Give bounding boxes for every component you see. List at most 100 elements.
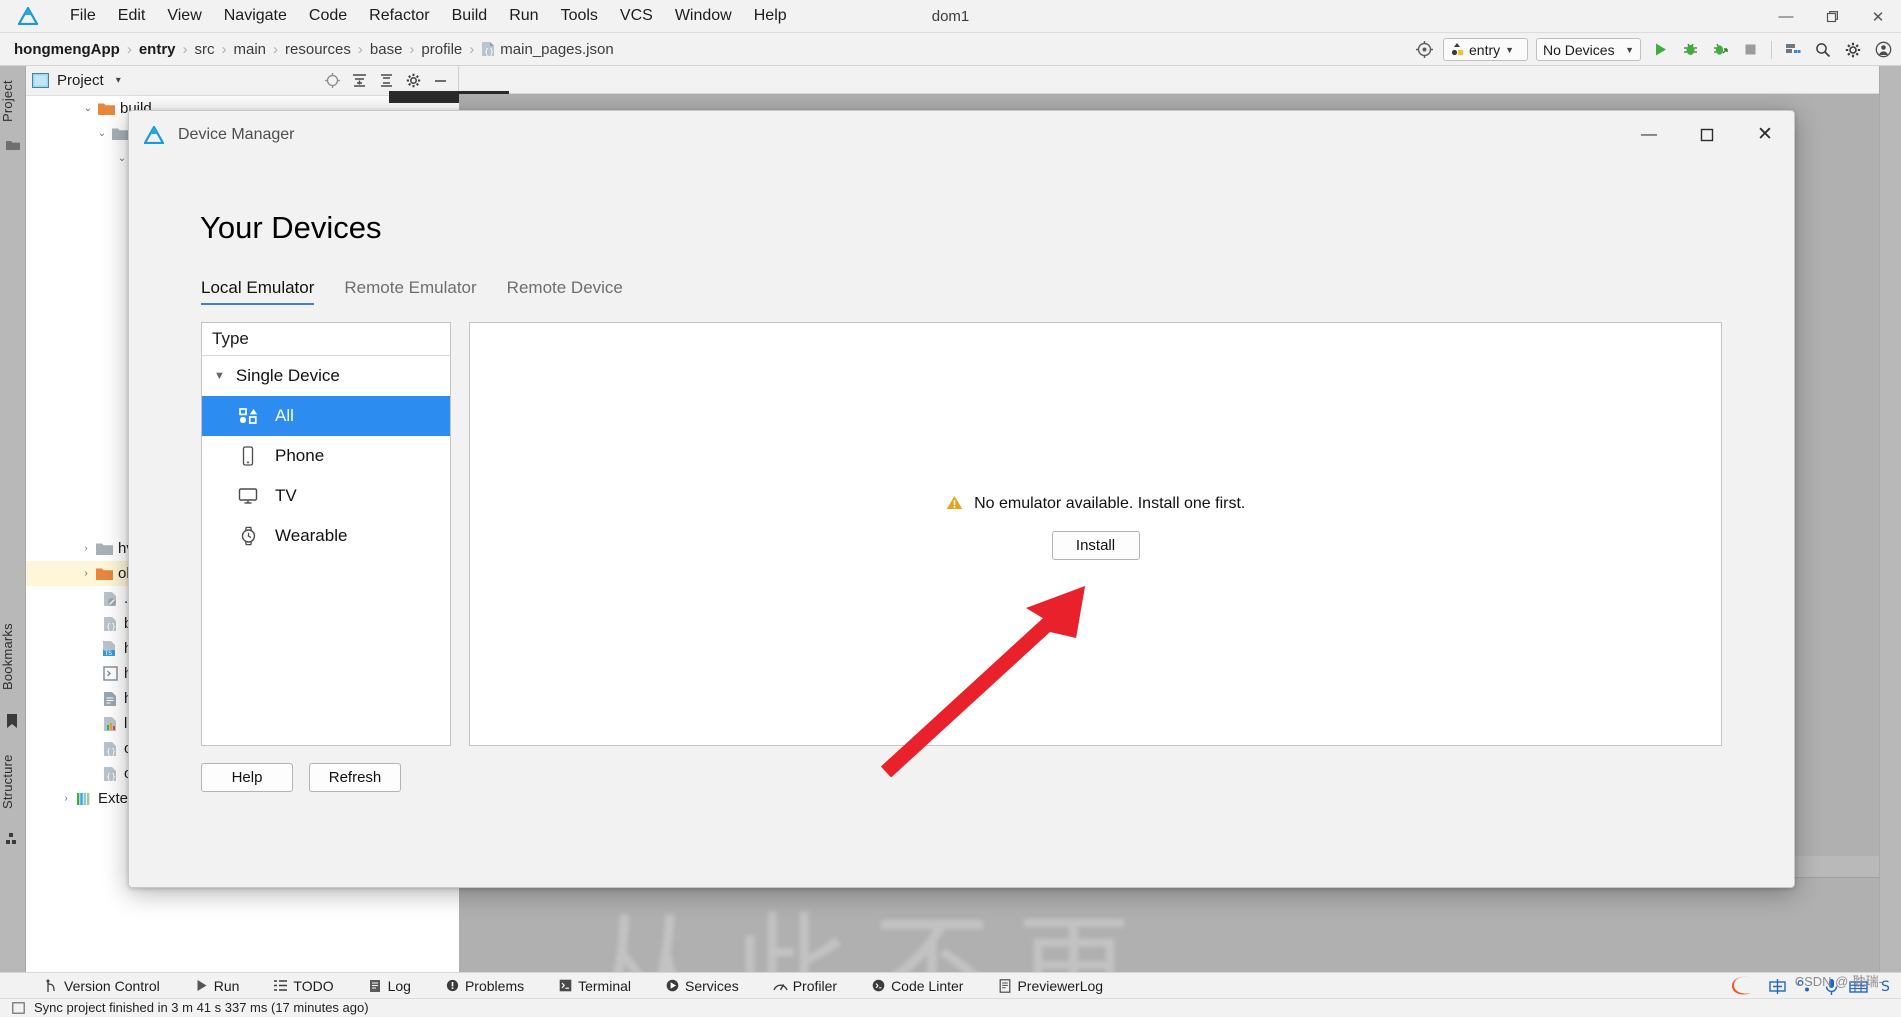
menu-item-view[interactable]: View: [156, 4, 212, 28]
run-configuration-label: entry: [1469, 41, 1501, 58]
window-restore-button[interactable]: [1809, 0, 1855, 33]
breadcrumb-separator: ›: [409, 40, 415, 58]
log-icon: [368, 978, 383, 993]
device-type-group-single-device[interactable]: ▼ Single Device: [202, 356, 450, 396]
chevron-down-icon[interactable]: ▼: [214, 370, 225, 382]
breadcrumb-item-project[interactable]: hongmengApp: [14, 41, 120, 58]
tab-local-emulator[interactable]: Local Emulator: [201, 278, 330, 305]
tool-window-button-profiler[interactable]: Profiler: [763, 978, 847, 994]
refresh-button[interactable]: Refresh: [309, 763, 401, 792]
menu-item-navigate[interactable]: Navigate: [213, 4, 298, 28]
services-icon: [665, 978, 680, 993]
tab-remote-device[interactable]: Remote Device: [507, 278, 639, 305]
tab-remote-emulator[interactable]: Remote Emulator: [344, 278, 492, 305]
breadcrumb-item-src[interactable]: src: [195, 41, 215, 58]
device-type-group-label: Single Device: [235, 366, 340, 385]
stripe-button-bookmarks[interactable]: Bookmarks: [0, 614, 26, 700]
breadcrumb-item-resources[interactable]: resources: [285, 41, 351, 58]
device-type-item-tv[interactable]: TV: [202, 476, 450, 516]
breadcrumb-separator: ›: [126, 40, 132, 58]
tv-icon: [235, 486, 261, 506]
chevron-right-icon[interactable]: ›: [78, 568, 94, 579]
tool-window-button-problems[interactable]: Problems: [435, 978, 534, 994]
tool-window-button-services[interactable]: Services: [655, 978, 749, 994]
breadcrumb-item-main[interactable]: main: [234, 41, 267, 58]
collapse-all-icon[interactable]: [374, 69, 398, 93]
tool-window-button-run[interactable]: Run: [184, 978, 250, 994]
breadcrumb-separator: ›: [221, 40, 227, 58]
attach-debugger-icon[interactable]: [1706, 36, 1734, 64]
device-type-item-wearable[interactable]: Wearable: [202, 516, 450, 556]
install-button[interactable]: Install: [1051, 531, 1140, 560]
device-type-item-all[interactable]: All: [202, 396, 450, 436]
project-view-icon: [32, 73, 49, 88]
menu-item-vcs[interactable]: VCS: [609, 4, 664, 28]
menu-item-tools[interactable]: Tools: [550, 4, 609, 28]
run-configuration-selector[interactable]: entry ▼: [1443, 38, 1528, 61]
menu-item-run[interactable]: Run: [498, 4, 549, 28]
expand-all-icon[interactable]: [347, 69, 371, 93]
breadcrumb-item-file[interactable]: main_pages.json: [500, 41, 613, 58]
tool-window-label: Services: [685, 977, 739, 994]
tool-window-button-code-linter[interactable]: Code Linter: [861, 978, 973, 994]
chevron-down-icon[interactable]: ⌄: [80, 103, 96, 114]
menu-item-help[interactable]: Help: [743, 4, 798, 28]
dialog-close-button[interactable]: ✕: [1736, 111, 1794, 158]
gear-icon[interactable]: [401, 69, 425, 93]
project-panel-actions: [320, 69, 452, 93]
svg-text:{}: {}: [106, 622, 116, 631]
window-close-button[interactable]: ✕: [1855, 0, 1901, 33]
dialog-minimize-button[interactable]: —: [1620, 111, 1678, 158]
dialog-title: Device Manager: [178, 125, 295, 143]
chevron-right-icon[interactable]: ›: [78, 543, 94, 554]
toolbar-right: entry ▼ No Devices ▼: [1410, 33, 1897, 66]
sogou-logo-icon[interactable]: [1729, 974, 1759, 1000]
previewer-log-icon: [997, 978, 1012, 993]
menu-item-code[interactable]: Code: [298, 4, 358, 28]
breadcrumb-item-profile[interactable]: profile: [421, 41, 462, 58]
stop-icon[interactable]: [1736, 36, 1764, 64]
tool-window-button-previewer-log[interactable]: PreviewerLog: [987, 978, 1113, 994]
breadcrumb-separator: ›: [469, 40, 475, 58]
problems-icon: [445, 978, 460, 993]
dialog-maximize-button[interactable]: [1678, 111, 1736, 158]
menu-item-window[interactable]: Window: [664, 4, 743, 28]
tool-window-button-terminal[interactable]: Terminal: [548, 978, 641, 994]
menu-item-build[interactable]: Build: [441, 4, 499, 28]
window-minimize-button[interactable]: —: [1763, 0, 1809, 33]
debug-icon[interactable]: [1676, 36, 1704, 64]
breadcrumb-item-module[interactable]: entry: [139, 41, 176, 58]
tool-window-button-version-control[interactable]: Version Control: [34, 978, 170, 994]
editor-watermark: 从此不再: [589, 901, 1158, 972]
account-icon[interactable]: [1869, 36, 1897, 64]
breadcrumb-item-base[interactable]: base: [370, 41, 403, 58]
tool-window-button-log[interactable]: Log: [358, 978, 421, 994]
build-variants-icon[interactable]: [1779, 36, 1807, 64]
chevron-right-icon[interactable]: ›: [58, 793, 74, 804]
stripe-button-structure[interactable]: Structure: [0, 742, 26, 822]
device-type-item-phone[interactable]: Phone: [202, 436, 450, 476]
settings-gear-icon[interactable]: [1839, 36, 1867, 64]
device-target-selector[interactable]: No Devices ▼: [1536, 38, 1641, 61]
menu-items: File Edit View Navigate Code Refactor Bu…: [59, 4, 798, 28]
all-devices-icon: [235, 406, 261, 426]
target-icon[interactable]: [1410, 36, 1438, 64]
hide-panel-icon[interactable]: [428, 69, 452, 93]
chevron-down-icon[interactable]: ▾: [116, 75, 121, 86]
chevron-down-icon[interactable]: ⌄: [94, 128, 110, 139]
svg-text:{}: {}: [106, 772, 116, 781]
help-button[interactable]: Help: [201, 763, 293, 792]
menu-item-file[interactable]: File: [59, 4, 107, 28]
file-properties-icon: [100, 715, 120, 732]
file-json-icon: {}: [100, 615, 120, 632]
run-icon[interactable]: [1646, 36, 1674, 64]
ime-chinese-icon[interactable]: [1768, 977, 1786, 996]
stripe-button-project[interactable]: Project: [0, 70, 26, 132]
notification-icon[interactable]: [12, 1001, 26, 1014]
menu-item-edit[interactable]: Edit: [107, 4, 157, 28]
tool-window-button-todo[interactable]: TODO: [263, 978, 343, 994]
search-icon[interactable]: [1809, 36, 1837, 64]
libraries-icon: [74, 790, 94, 807]
menu-item-refactor[interactable]: Refactor: [358, 4, 440, 28]
locate-icon[interactable]: [320, 69, 344, 93]
